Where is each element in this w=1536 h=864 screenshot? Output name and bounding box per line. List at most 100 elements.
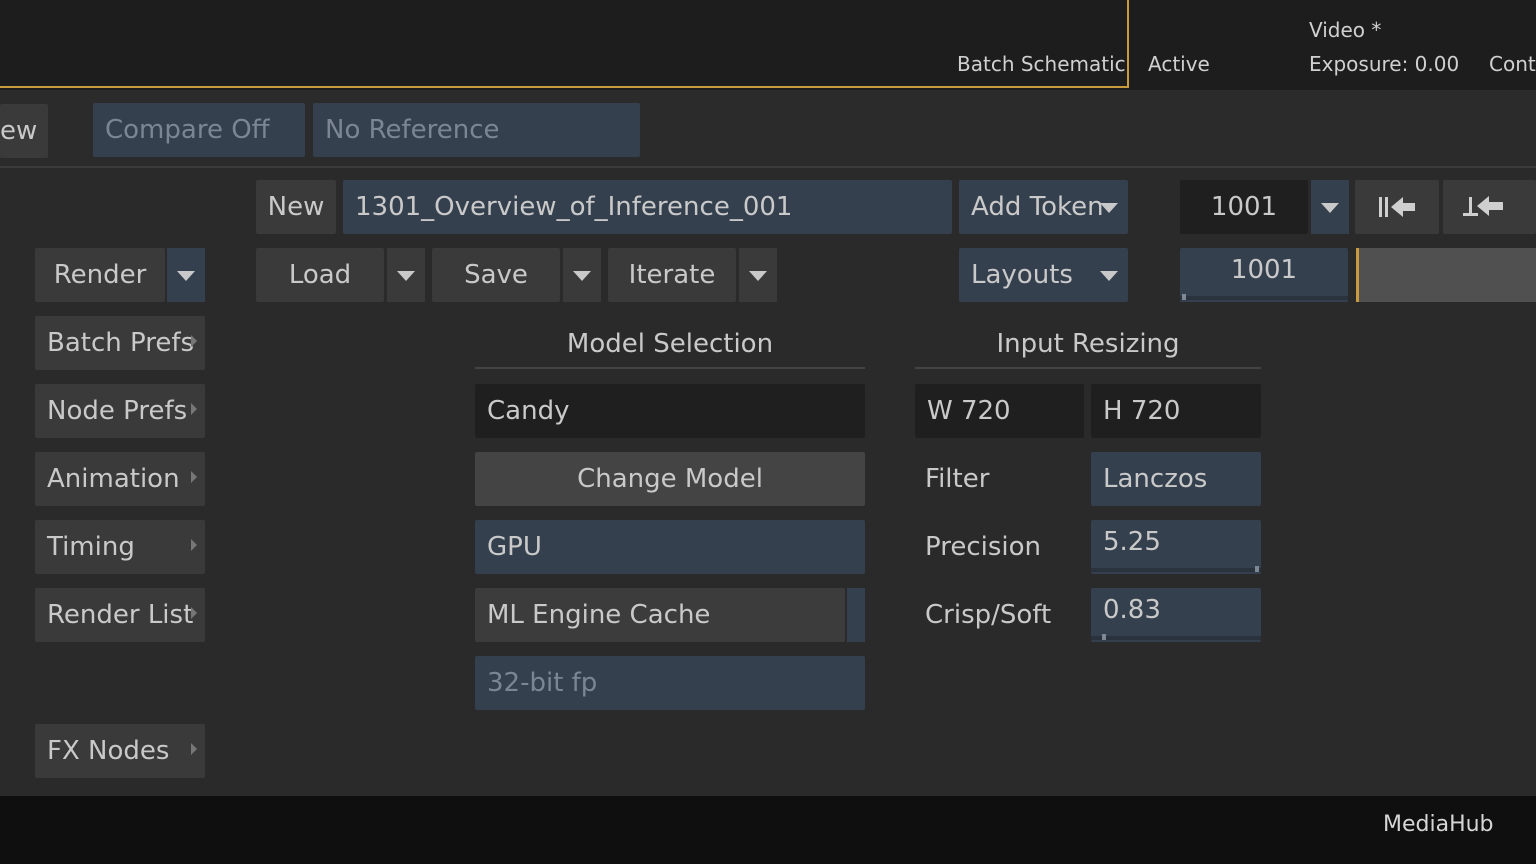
precision-label: Precision (925, 532, 1042, 562)
frame-slider-value: 1001 (1230, 255, 1298, 285)
iterate-options-dropdown[interactable] (739, 248, 777, 302)
contrast-label: Contr (1489, 52, 1536, 76)
go-to-start-button[interactable] (1355, 180, 1439, 234)
ml-engine-cache-toggle[interactable] (847, 588, 865, 642)
load-button[interactable]: Load (256, 248, 384, 302)
frame-field[interactable]: 1001 (1180, 180, 1308, 234)
add-token-dropdown[interactable]: Add Token (959, 180, 1128, 234)
precision-mode-dropdown[interactable]: 32-bit fp (475, 656, 865, 710)
crisp-soft-slider-track (1091, 636, 1261, 640)
chevron-right-icon (191, 335, 197, 347)
render-button[interactable]: Render (35, 248, 165, 302)
iterate-button[interactable]: Iterate (608, 248, 736, 302)
save-button[interactable]: Save (432, 248, 560, 302)
chevron-right-icon (191, 607, 197, 619)
view-button-label: ew (0, 116, 38, 146)
sidebar-item-label: Render List (47, 600, 194, 630)
timeline-playhead[interactable] (1356, 248, 1359, 302)
frame-field-value: 1001 (1210, 192, 1278, 222)
compare-label: Compare Off (105, 115, 270, 145)
precision-value: 5.25 (1103, 527, 1161, 557)
sidebar-item-label: Node Prefs (47, 396, 188, 426)
sidebar-item-render-list[interactable]: Render List (35, 588, 205, 642)
model-name-value: Candy (487, 396, 570, 426)
chevron-down-icon (397, 271, 415, 281)
exposure-label: Exposure: 0.00 (1309, 52, 1460, 76)
frame-slider-field[interactable]: 1001 (1180, 248, 1348, 302)
ml-engine-cache-button[interactable]: ML Engine Cache (475, 588, 845, 642)
frame-slider-handle[interactable] (1182, 294, 1186, 300)
new-button-label: New (267, 192, 325, 222)
precision-slider-field[interactable]: 5.25 (1091, 520, 1261, 574)
reference-dropdown[interactable]: No Reference (313, 103, 640, 157)
chevron-down-icon (1321, 203, 1339, 213)
chevron-right-icon (191, 471, 197, 483)
sidebar-item-timing[interactable]: Timing (35, 520, 205, 574)
resize-header-divider (915, 367, 1261, 369)
filter-dropdown[interactable]: Lanczos (1091, 452, 1261, 506)
precision-mode-value: 32-bit fp (487, 668, 598, 698)
frame-slider-track (1180, 296, 1348, 300)
ml-engine-cache-label: ML Engine Cache (487, 600, 711, 630)
compare-dropdown[interactable]: Compare Off (93, 103, 305, 157)
setup-name-field[interactable]: 1301_Overview_of_Inference_001 (343, 180, 952, 234)
chevron-down-icon (1100, 203, 1118, 213)
set-in-point-button[interactable] (1443, 180, 1536, 234)
change-model-label: Change Model (577, 464, 763, 494)
active-label[interactable]: Active (1148, 52, 1210, 76)
crisp-soft-slider-field[interactable]: 0.83 (1091, 588, 1261, 642)
render-label: Render (53, 260, 147, 290)
setup-name-value: 1301_Overview_of_Inference_001 (355, 192, 793, 222)
set-in-point-icon (1463, 196, 1503, 216)
render-options-dropdown[interactable] (167, 248, 205, 302)
save-label: Save (464, 260, 528, 290)
model-header-divider (475, 367, 865, 369)
height-field[interactable]: H 720 (1091, 384, 1261, 438)
chevron-right-icon (191, 539, 197, 551)
layouts-dropdown[interactable]: Layouts (959, 248, 1128, 302)
crisp-soft-value: 0.83 (1103, 595, 1161, 625)
sidebar-item-label: FX Nodes (47, 736, 170, 766)
change-model-button[interactable]: Change Model (475, 452, 865, 506)
frame-dropdown-button[interactable] (1311, 180, 1349, 234)
sidebar-item-animation[interactable]: Animation (35, 452, 205, 506)
bottom-tab-bar (0, 796, 1536, 864)
reference-label: No Reference (325, 115, 500, 145)
mediahub-tab[interactable]: MediaHub (1383, 812, 1494, 837)
device-dropdown[interactable]: GPU (475, 520, 865, 574)
chevron-down-icon (573, 271, 591, 281)
sidebar-item-label: Animation (47, 464, 180, 494)
load-options-dropdown[interactable] (387, 248, 425, 302)
input-resizing-header: Input Resizing (996, 329, 1180, 359)
layouts-label: Layouts (971, 260, 1073, 290)
filter-value: Lanczos (1103, 464, 1208, 494)
sidebar-item-batch-prefs[interactable]: Batch Prefs (35, 316, 205, 370)
crisp-soft-slider-handle[interactable] (1102, 634, 1106, 640)
chevron-right-icon (191, 743, 197, 755)
height-value: H 720 (1103, 396, 1181, 426)
model-selection-header: Model Selection (566, 329, 774, 359)
chevron-down-icon (177, 271, 195, 281)
chevron-right-icon (191, 403, 197, 415)
sidebar-item-label: Timing (47, 532, 135, 562)
timeline-bar[interactable] (1356, 248, 1536, 302)
sidebar-item-label: Batch Prefs (47, 328, 195, 358)
sidebar-item-fx-nodes[interactable]: FX Nodes (35, 724, 205, 778)
chevron-down-icon (1100, 271, 1118, 281)
device-value: GPU (487, 532, 542, 562)
view-button[interactable]: ew (0, 104, 48, 158)
width-field[interactable]: W 720 (915, 384, 1084, 438)
iterate-label: Iterate (628, 260, 716, 290)
video-label: Video * (1309, 18, 1382, 42)
save-options-dropdown[interactable] (563, 248, 601, 302)
sidebar-item-node-prefs[interactable]: Node Prefs (35, 384, 205, 438)
model-name-field: Candy (475, 384, 865, 438)
crisp-soft-label: Crisp/Soft (925, 600, 1052, 630)
new-button[interactable]: New (256, 180, 336, 234)
chevron-down-icon (749, 271, 767, 281)
precision-slider-handle[interactable] (1255, 566, 1259, 572)
precision-slider-track (1091, 568, 1261, 572)
go-to-start-icon (1379, 197, 1415, 217)
batch-schematic-label[interactable]: Batch Schematic (957, 52, 1126, 76)
width-value: W 720 (927, 396, 1011, 426)
